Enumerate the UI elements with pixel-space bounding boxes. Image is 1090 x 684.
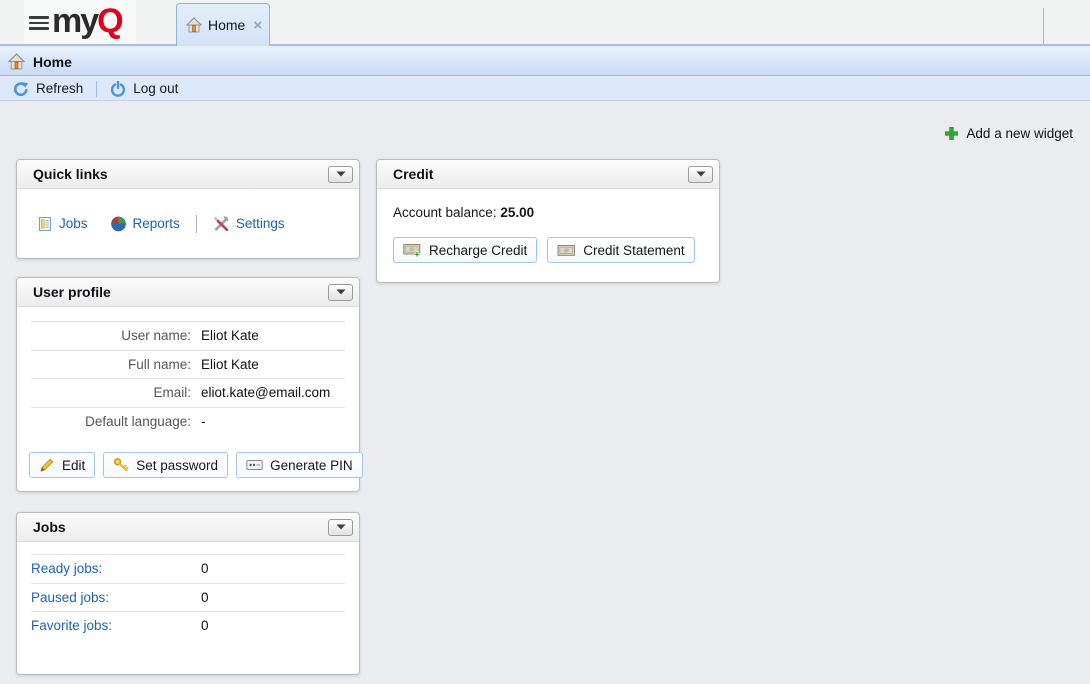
collapse-button[interactable]	[328, 166, 353, 183]
account-balance-label: Account balance:	[393, 205, 497, 220]
jobs-row-ready: Ready jobs: 0	[31, 554, 345, 583]
quick-links-body: Jobs Reports	[17, 189, 359, 258]
widget-user-profile: User profile User name: Eliot Kate Full …	[16, 277, 360, 492]
logout-button[interactable]: Log out	[106, 81, 182, 97]
myq-logo[interactable]: myQ	[52, 2, 122, 41]
row-value: Eliot Kate	[201, 328, 259, 343]
recharge-credit-button[interactable]: Recharge Credit	[393, 237, 537, 263]
user-profile-buttons: Edit Set password	[29, 452, 359, 478]
profile-row-user-name: User name: Eliot Kate	[31, 321, 345, 350]
tab-home-label: Home	[208, 17, 245, 33]
widget-title: Jobs	[33, 519, 328, 535]
widget-title: Credit	[393, 166, 688, 182]
row-label: Default language:	[31, 414, 191, 429]
profile-row-full-name: Full name: Eliot Kate	[31, 350, 345, 379]
pencil-icon	[39, 457, 55, 473]
row-value: 0	[201, 561, 209, 576]
quick-links-divider	[196, 215, 197, 233]
recharge-credit-label: Recharge Credit	[429, 243, 527, 258]
tab-home[interactable]: Home ×	[176, 3, 270, 46]
favorite-jobs-link[interactable]: Favorite jobs:	[31, 618, 191, 633]
widget-jobs: Jobs Ready jobs: 0 Paused jobs: 0 Favori…	[16, 512, 360, 675]
logout-label: Log out	[133, 81, 178, 96]
credit-statement-label: Credit Statement	[583, 243, 684, 258]
widget-quick-links-header: Quick links	[17, 160, 359, 189]
page-heading-bar: Home	[0, 48, 1090, 76]
add-widget-button[interactable]: Add a new widget	[944, 126, 1073, 141]
row-value: eliot.kate@email.com	[201, 385, 330, 400]
toolbar: Refresh Log out	[0, 77, 1090, 101]
set-password-button[interactable]: Set password	[103, 452, 228, 478]
collapse-button[interactable]	[688, 166, 713, 183]
ready-jobs-link[interactable]: Ready jobs:	[31, 561, 191, 576]
tab-close-icon[interactable]: ×	[253, 18, 262, 33]
jobs-body: Ready jobs: 0 Paused jobs: 0 Favorite jo…	[17, 542, 359, 640]
account-balance: Account balance: 25.00	[393, 205, 703, 220]
credit-body: Account balance: 25.00 Recharge Credit	[377, 189, 719, 263]
jobs-row-favorite: Favorite jobs: 0	[31, 611, 345, 640]
logo-text-my: my	[52, 2, 97, 40]
widget-quick-links: Quick links Jobs	[16, 159, 360, 259]
widget-jobs-header: Jobs	[17, 513, 359, 542]
tools-icon	[213, 215, 230, 232]
jobs-row-paused: Paused jobs: 0	[31, 583, 345, 612]
generate-pin-label: Generate PIN	[270, 458, 353, 473]
top-bar: myQ Home ×	[0, 0, 1090, 46]
widget-title: Quick links	[33, 166, 328, 182]
widget-credit: Credit Account balance: 25.00	[376, 159, 720, 283]
page-title: Home	[33, 54, 72, 70]
document-icon	[37, 216, 53, 232]
banknote-icon	[557, 244, 576, 257]
row-value: 0	[201, 618, 209, 633]
edit-button[interactable]: Edit	[29, 452, 95, 478]
row-label: Full name:	[31, 357, 191, 372]
quick-link-reports[interactable]: Reports	[110, 215, 180, 232]
credit-buttons: Recharge Credit Credit Statement	[393, 237, 703, 263]
paused-jobs-link[interactable]: Paused jobs:	[31, 590, 191, 605]
profile-row-email: Email: eliot.kate@email.com	[31, 378, 345, 407]
row-label: Email:	[31, 385, 191, 400]
hamburger-menu-icon[interactable]	[29, 16, 49, 30]
quick-link-label: Jobs	[59, 216, 88, 231]
collapse-button[interactable]	[328, 284, 353, 301]
add-widget-label: Add a new widget	[966, 126, 1073, 141]
set-password-label: Set password	[136, 458, 218, 473]
toolbar-divider	[96, 81, 97, 97]
home-icon	[8, 53, 25, 70]
quick-link-label: Settings	[236, 216, 285, 231]
myq-app: myQ Home × Home	[0, 0, 1090, 684]
pin-pad-icon	[246, 459, 263, 471]
widget-title: User profile	[33, 284, 328, 300]
account-balance-value: 25.00	[500, 205, 534, 220]
row-value: 0	[201, 590, 209, 605]
home-icon	[186, 17, 202, 33]
profile-row-default-language: Default language: -	[31, 407, 345, 436]
pie-chart-icon	[110, 215, 127, 232]
plus-icon	[944, 126, 959, 141]
row-value: -	[201, 414, 206, 429]
refresh-label: Refresh	[36, 81, 83, 96]
banknote-plus-icon	[403, 243, 422, 258]
collapse-button[interactable]	[328, 519, 353, 536]
widget-user-profile-header: User profile	[17, 278, 359, 307]
generate-pin-button[interactable]: Generate PIN	[236, 452, 363, 478]
quick-link-settings[interactable]: Settings	[213, 215, 285, 232]
quick-link-jobs[interactable]: Jobs	[37, 216, 88, 232]
refresh-button[interactable]: Refresh	[9, 81, 87, 97]
logo-text-q: Q	[97, 2, 121, 40]
widget-credit-header: Credit	[377, 160, 719, 189]
row-label: User name:	[31, 328, 191, 343]
row-value: Eliot Kate	[201, 357, 259, 372]
key-icon	[113, 457, 129, 473]
tabstrip-divider	[1043, 8, 1044, 44]
quick-link-label: Reports	[133, 216, 180, 231]
credit-statement-button[interactable]: Credit Statement	[547, 237, 694, 263]
refresh-icon	[13, 81, 29, 97]
edit-label: Edit	[62, 458, 85, 473]
power-icon	[110, 81, 126, 97]
user-profile-body: User name: Eliot Kate Full name: Eliot K…	[17, 307, 359, 478]
